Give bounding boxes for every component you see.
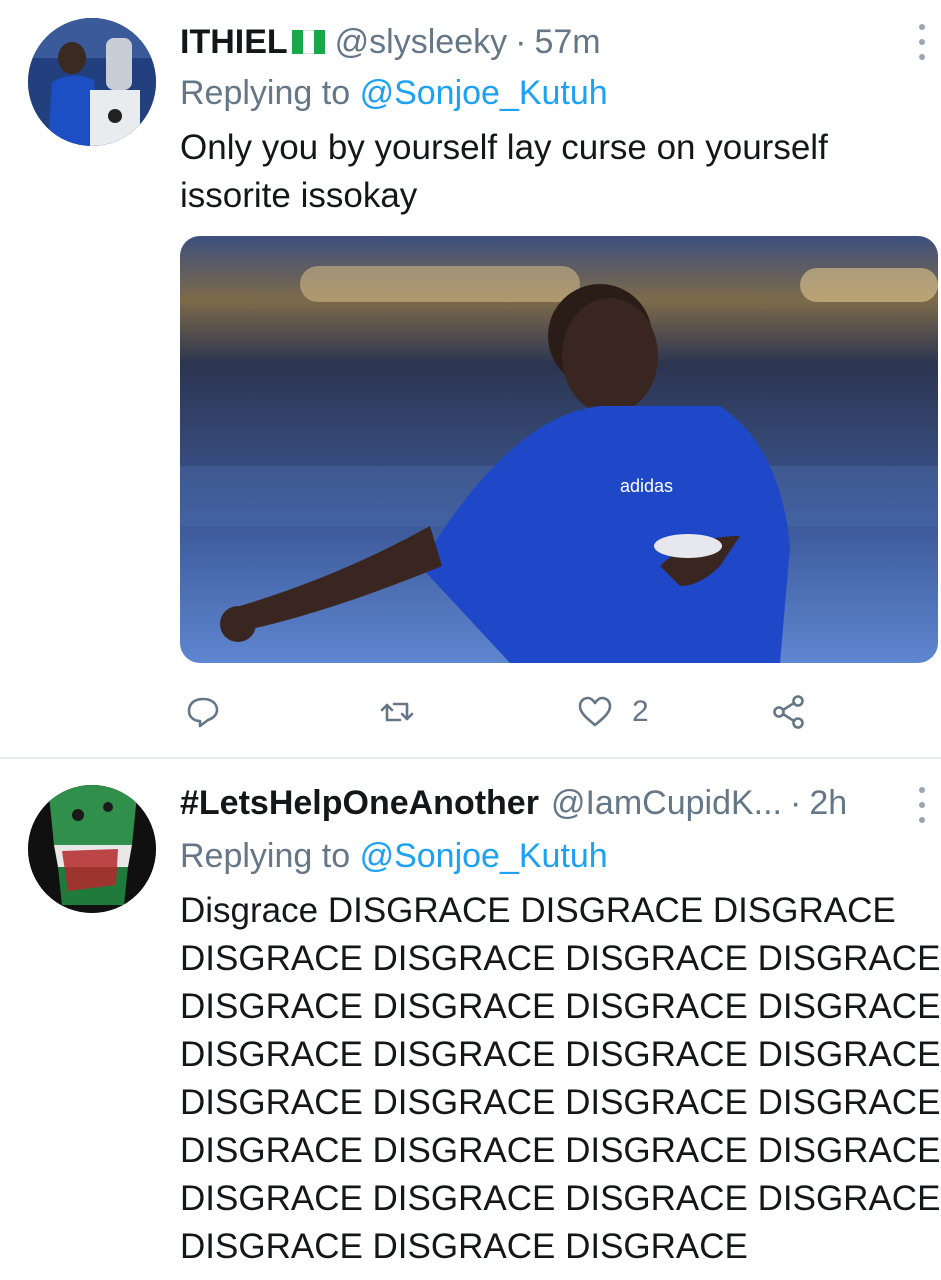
tweet-header: ITHIEL @slysleeky · 57m (180, 18, 601, 66)
tweet-text-line: Only you by yourself lay curse on yourse… (180, 128, 828, 167)
replying-prefix: Replying to (180, 74, 351, 112)
mention-link[interactable]: @Sonjoe_Kutuh (360, 74, 608, 112)
tweet-text-line: DISGRACE DISGRACE DISGRACE DISGRACE (180, 1131, 941, 1170)
replying-to: Replying to @Sonjoe_Kutuh (180, 837, 608, 876)
timestamp[interactable]: 2h (809, 784, 847, 823)
share-button[interactable] (770, 690, 808, 734)
user-handle[interactable]: @IamCupidK... (551, 784, 782, 823)
retweet-icon (380, 702, 414, 722)
tweet[interactable]: #LetsHelpOneAnother @IamCupidK... · 2h R… (0, 759, 941, 1280)
like-button[interactable]: 2 (576, 690, 649, 734)
timestamp[interactable]: 57m (534, 23, 600, 62)
replying-prefix: Replying to (180, 837, 351, 875)
tweet-text: Disgrace DISGRACE DISGRACE DISGRACE DISG… (180, 887, 941, 1271)
avatar[interactable] (28, 785, 156, 913)
mention-link[interactable]: @Sonjoe_Kutuh (360, 837, 608, 875)
avatar[interactable] (28, 18, 156, 146)
tweet-header: #LetsHelpOneAnother @IamCupidK... · 2h (180, 779, 847, 827)
user-handle[interactable]: @slysleeky (335, 23, 507, 62)
tweet-text-line: DISGRACE DISGRACE DISGRACE (180, 1227, 748, 1266)
tweet-text: Only you by yourself lay curse on yourse… (180, 124, 920, 220)
replying-to: Replying to @Sonjoe_Kutuh (180, 74, 608, 113)
tweet-photo[interactable]: adidas (180, 236, 938, 663)
tweet-text-line: issorite issokay (180, 176, 418, 215)
display-name[interactable]: #LetsHelpOneAnother (180, 784, 539, 823)
tweet-text-line: DISGRACE DISGRACE DISGRACE DISGRACE (180, 1179, 941, 1218)
retweet-button[interactable] (378, 690, 416, 734)
heart-icon (578, 696, 612, 727)
nigeria-flag-icon (291, 30, 325, 54)
more-vertical-icon[interactable] (917, 787, 927, 823)
tweet-text-line: DISGRACE DISGRACE DISGRACE DISGRACE (180, 939, 941, 978)
tweet[interactable]: ITHIEL @slysleeky · 57m Replying to @Son… (0, 0, 941, 758)
tweet-text-line: DISGRACE DISGRACE DISGRACE DISGRACE (180, 1035, 941, 1074)
tweet-text-line: DISGRACE DISGRACE DISGRACE DISGRACE (180, 1083, 941, 1122)
like-count: 2 (632, 695, 649, 728)
share-icon (773, 695, 804, 729)
display-name[interactable]: ITHIEL (180, 23, 288, 62)
tweet-actions: 2 (180, 690, 820, 734)
svg-text:adidas: adidas (620, 476, 673, 496)
tweet-text-line: DISGRACE DISGRACE DISGRACE DISGRACE (180, 987, 941, 1026)
tweet-text-line: Disgrace DISGRACE DISGRACE DISGRACE (180, 891, 896, 930)
reply-button[interactable] (184, 690, 222, 734)
reply-icon (187, 697, 219, 728)
separator-dot: · (515, 22, 527, 61)
more-vertical-icon[interactable] (917, 24, 927, 60)
separator-dot: · (790, 783, 802, 822)
